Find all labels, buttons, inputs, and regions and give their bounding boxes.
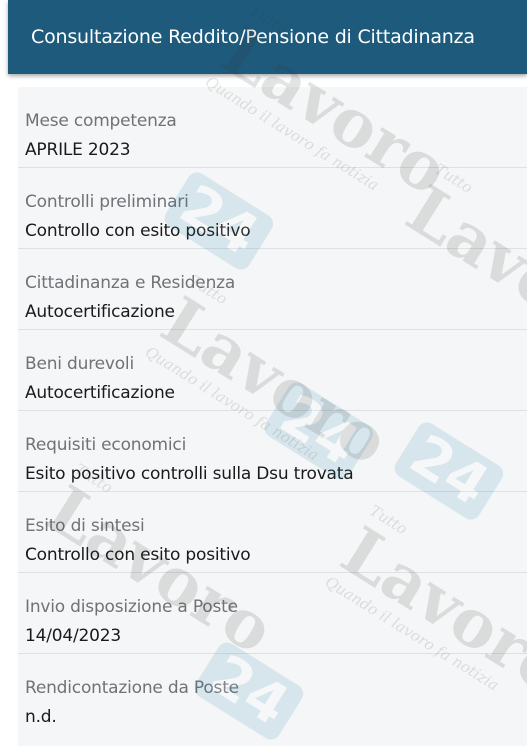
- detail-row-cittadinanza-residenza: Cittadinanza e Residenza Autocertificazi…: [18, 249, 527, 330]
- page-header: Consultazione Reddito/Pensione di Cittad…: [8, 0, 527, 74]
- detail-label: Esito di sintesi: [25, 516, 145, 536]
- detail-row-invio-disposizione: Invio disposizione a Poste 14/04/2023: [18, 573, 527, 654]
- detail-value: Controllo con esito positivo: [25, 221, 251, 241]
- detail-value: Controllo con esito positivo: [25, 545, 251, 565]
- detail-label: Rendicontazione da Poste: [25, 678, 239, 698]
- detail-row-requisiti-economici: Requisiti economici Esito positivo contr…: [18, 411, 527, 492]
- detail-label: Invio disposizione a Poste: [25, 597, 238, 617]
- page-title: Consultazione Reddito/Pensione di Cittad…: [31, 26, 475, 48]
- detail-label: Cittadinanza e Residenza: [25, 273, 236, 293]
- detail-row-beni-durevoli: Beni durevoli Autocertificazione: [18, 330, 527, 411]
- detail-label: Controlli preliminari: [25, 192, 189, 212]
- detail-row-rendicontazione: Rendicontazione da Poste n.d.: [18, 654, 527, 735]
- detail-label: Mese competenza: [25, 111, 177, 131]
- detail-label: Requisiti economici: [25, 435, 187, 455]
- detail-value: Autocertificazione: [25, 383, 175, 403]
- detail-row-controlli-preliminari: Controlli preliminari Controllo con esit…: [18, 168, 527, 249]
- detail-value: n.d.: [25, 707, 57, 727]
- detail-value: APRILE 2023: [25, 140, 131, 160]
- details-panel: Mese competenza APRILE 2023 Controlli pr…: [18, 87, 527, 746]
- detail-value: 14/04/2023: [25, 626, 121, 646]
- detail-value: Esito positivo controlli sulla Dsu trova…: [25, 464, 354, 484]
- detail-row-mese-competenza: Mese competenza APRILE 2023: [18, 87, 527, 168]
- detail-label: Beni durevoli: [25, 354, 134, 374]
- detail-row-esito-sintesi: Esito di sintesi Controllo con esito pos…: [18, 492, 527, 573]
- detail-value: Autocertificazione: [25, 302, 175, 322]
